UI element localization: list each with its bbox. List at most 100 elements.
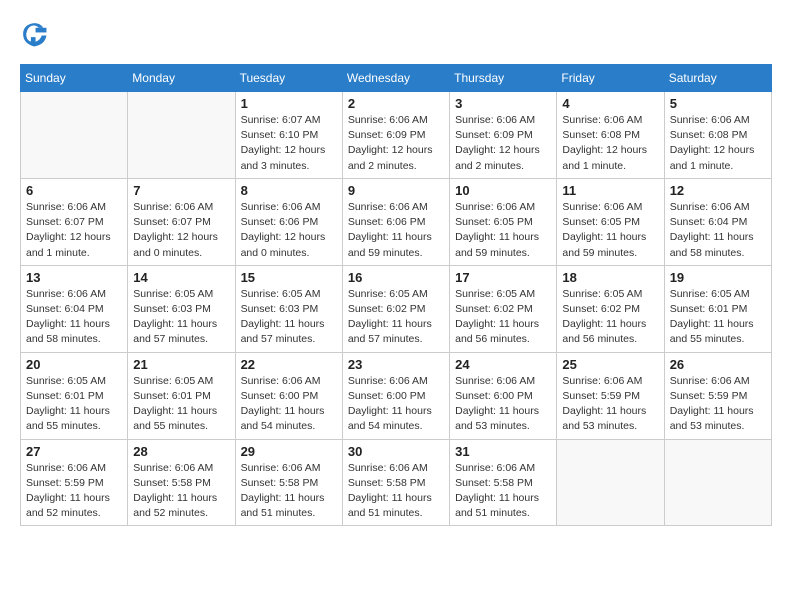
day-info: Sunrise: 6:05 AM Sunset: 6:02 PM Dayligh… xyxy=(455,287,551,348)
day-info: Sunrise: 6:06 AM Sunset: 6:00 PM Dayligh… xyxy=(241,374,337,435)
calendar-cell xyxy=(128,92,235,179)
calendar-cell: 11 Sunrise: 6:06 AM Sunset: 6:05 PM Dayli… xyxy=(557,178,664,265)
day-number: 6 xyxy=(26,183,122,198)
calendar-cell: 9 Sunrise: 6:06 AM Sunset: 6:06 PM Daylig… xyxy=(342,178,449,265)
day-number: 14 xyxy=(133,270,229,285)
calendar-cell: 5Sunrise: 6:06 AM Sunset: 6:08 PM Daylig… xyxy=(664,92,771,179)
day-info: Sunrise: 6:06 AM Sunset: 6:09 PM Dayligh… xyxy=(455,113,551,174)
weekday-header: Tuesday xyxy=(235,65,342,92)
weekday-header: Thursday xyxy=(450,65,557,92)
day-number: 1 xyxy=(241,96,337,111)
day-info: Sunrise: 6:06 AM Sunset: 6:07 PM Dayligh… xyxy=(133,200,229,261)
calendar-cell: 27 Sunrise: 6:06 AM Sunset: 5:59 PM Dayli… xyxy=(21,439,128,526)
day-number: 3 xyxy=(455,96,551,111)
day-number: 9 xyxy=(348,183,444,198)
calendar-cell: 16Sunrise: 6:05 AM Sunset: 6:02 PM Dayli… xyxy=(342,265,449,352)
calendar-cell: 15 Sunrise: 6:05 AM Sunset: 6:03 PM Dayli… xyxy=(235,265,342,352)
day-info: Sunrise: 6:06 AM Sunset: 5:59 PM Dayligh… xyxy=(562,374,658,435)
day-info: Sunrise: 6:05 AM Sunset: 6:01 PM Dayligh… xyxy=(26,374,122,435)
day-number: 13 xyxy=(26,270,122,285)
day-number: 10 xyxy=(455,183,551,198)
calendar-cell: 31 Sunrise: 6:06 AM Sunset: 5:58 PM Dayli… xyxy=(450,439,557,526)
day-info: Sunrise: 6:06 AM Sunset: 6:06 PM Dayligh… xyxy=(348,200,444,261)
calendar-cell: 18 Sunrise: 6:05 AM Sunset: 6:02 PM Dayli… xyxy=(557,265,664,352)
day-number: 31 xyxy=(455,444,551,459)
day-number: 11 xyxy=(562,183,658,198)
weekday-header: Friday xyxy=(557,65,664,92)
day-number: 23 xyxy=(348,357,444,372)
day-number: 16 xyxy=(348,270,444,285)
calendar-week-row: 6 Sunrise: 6:06 AM Sunset: 6:07 PM Daylig… xyxy=(21,178,772,265)
calendar-cell: 28Sunrise: 6:06 AM Sunset: 5:58 PM Dayli… xyxy=(128,439,235,526)
day-number: 15 xyxy=(241,270,337,285)
calendar-cell: 1 Sunrise: 6:07 AM Sunset: 6:10 PM Daylig… xyxy=(235,92,342,179)
calendar-week-row: 27 Sunrise: 6:06 AM Sunset: 5:59 PM Dayli… xyxy=(21,439,772,526)
day-info: Sunrise: 6:05 AM Sunset: 6:03 PM Dayligh… xyxy=(241,287,337,348)
day-info: Sunrise: 6:05 AM Sunset: 6:02 PM Dayligh… xyxy=(562,287,658,348)
calendar-cell: 7 Sunrise: 6:06 AM Sunset: 6:07 PM Daylig… xyxy=(128,178,235,265)
weekday-header: Saturday xyxy=(664,65,771,92)
page-header xyxy=(20,20,772,48)
day-number: 2 xyxy=(348,96,444,111)
day-number: 28 xyxy=(133,444,229,459)
calendar-cell: 17Sunrise: 6:05 AM Sunset: 6:02 PM Dayli… xyxy=(450,265,557,352)
weekday-header: Sunday xyxy=(21,65,128,92)
calendar-cell: 12Sunrise: 6:06 AM Sunset: 6:04 PM Dayli… xyxy=(664,178,771,265)
calendar-cell: 19 Sunrise: 6:05 AM Sunset: 6:01 PM Dayli… xyxy=(664,265,771,352)
calendar-cell xyxy=(557,439,664,526)
day-info: Sunrise: 6:06 AM Sunset: 5:58 PM Dayligh… xyxy=(241,461,337,522)
day-number: 24 xyxy=(455,357,551,372)
day-number: 8 xyxy=(241,183,337,198)
day-info: Sunrise: 6:06 AM Sunset: 5:59 PM Dayligh… xyxy=(26,461,122,522)
day-info: Sunrise: 6:06 AM Sunset: 6:08 PM Dayligh… xyxy=(562,113,658,174)
day-info: Sunrise: 6:06 AM Sunset: 6:00 PM Dayligh… xyxy=(455,374,551,435)
logo-icon xyxy=(20,20,48,48)
calendar-cell: 14 Sunrise: 6:05 AM Sunset: 6:03 PM Dayli… xyxy=(128,265,235,352)
day-number: 7 xyxy=(133,183,229,198)
calendar-cell: 20 Sunrise: 6:05 AM Sunset: 6:01 PM Dayli… xyxy=(21,352,128,439)
day-number: 18 xyxy=(562,270,658,285)
calendar-cell: 8 Sunrise: 6:06 AM Sunset: 6:06 PM Daylig… xyxy=(235,178,342,265)
weekday-header: Monday xyxy=(128,65,235,92)
day-info: Sunrise: 6:05 AM Sunset: 6:03 PM Dayligh… xyxy=(133,287,229,348)
calendar-cell: 3 Sunrise: 6:06 AM Sunset: 6:09 PM Daylig… xyxy=(450,92,557,179)
day-number: 12 xyxy=(670,183,766,198)
calendar-cell: 10 Sunrise: 6:06 AM Sunset: 6:05 PM Dayli… xyxy=(450,178,557,265)
day-info: Sunrise: 6:06 AM Sunset: 6:09 PM Dayligh… xyxy=(348,113,444,174)
day-number: 19 xyxy=(670,270,766,285)
day-number: 20 xyxy=(26,357,122,372)
weekday-header-row: SundayMondayTuesdayWednesdayThursdayFrid… xyxy=(21,65,772,92)
logo xyxy=(20,20,52,48)
calendar-cell: 4Sunrise: 6:06 AM Sunset: 6:08 PM Daylig… xyxy=(557,92,664,179)
calendar-week-row: 20 Sunrise: 6:05 AM Sunset: 6:01 PM Dayli… xyxy=(21,352,772,439)
calendar-cell: 25 Sunrise: 6:06 AM Sunset: 5:59 PM Dayli… xyxy=(557,352,664,439)
day-info: Sunrise: 6:06 AM Sunset: 5:59 PM Dayligh… xyxy=(670,374,766,435)
day-info: Sunrise: 6:07 AM Sunset: 6:10 PM Dayligh… xyxy=(241,113,337,174)
day-number: 5 xyxy=(670,96,766,111)
weekday-header: Wednesday xyxy=(342,65,449,92)
day-number: 22 xyxy=(241,357,337,372)
day-number: 26 xyxy=(670,357,766,372)
day-info: Sunrise: 6:06 AM Sunset: 6:06 PM Dayligh… xyxy=(241,200,337,261)
calendar-week-row: 1 Sunrise: 6:07 AM Sunset: 6:10 PM Daylig… xyxy=(21,92,772,179)
day-info: Sunrise: 6:06 AM Sunset: 5:58 PM Dayligh… xyxy=(455,461,551,522)
day-info: Sunrise: 6:06 AM Sunset: 6:04 PM Dayligh… xyxy=(26,287,122,348)
day-number: 30 xyxy=(348,444,444,459)
day-info: Sunrise: 6:06 AM Sunset: 6:05 PM Dayligh… xyxy=(455,200,551,261)
day-info: Sunrise: 6:06 AM Sunset: 6:07 PM Dayligh… xyxy=(26,200,122,261)
calendar-week-row: 13 Sunrise: 6:06 AM Sunset: 6:04 PM Dayli… xyxy=(21,265,772,352)
calendar-cell: 2 Sunrise: 6:06 AM Sunset: 6:09 PM Daylig… xyxy=(342,92,449,179)
day-number: 25 xyxy=(562,357,658,372)
calendar-table: SundayMondayTuesdayWednesdayThursdayFrid… xyxy=(20,64,772,526)
day-info: Sunrise: 6:06 AM Sunset: 5:58 PM Dayligh… xyxy=(348,461,444,522)
calendar-cell: 26 Sunrise: 6:06 AM Sunset: 5:59 PM Dayli… xyxy=(664,352,771,439)
day-info: Sunrise: 6:05 AM Sunset: 6:01 PM Dayligh… xyxy=(670,287,766,348)
calendar-cell: 23Sunrise: 6:06 AM Sunset: 6:00 PM Dayli… xyxy=(342,352,449,439)
day-info: Sunrise: 6:06 AM Sunset: 6:05 PM Dayligh… xyxy=(562,200,658,261)
calendar-cell: 13 Sunrise: 6:06 AM Sunset: 6:04 PM Dayli… xyxy=(21,265,128,352)
calendar-cell: 21Sunrise: 6:05 AM Sunset: 6:01 PM Dayli… xyxy=(128,352,235,439)
calendar-cell: 22 Sunrise: 6:06 AM Sunset: 6:00 PM Dayli… xyxy=(235,352,342,439)
day-number: 27 xyxy=(26,444,122,459)
calendar-cell xyxy=(664,439,771,526)
calendar-cell: 29Sunrise: 6:06 AM Sunset: 5:58 PM Dayli… xyxy=(235,439,342,526)
